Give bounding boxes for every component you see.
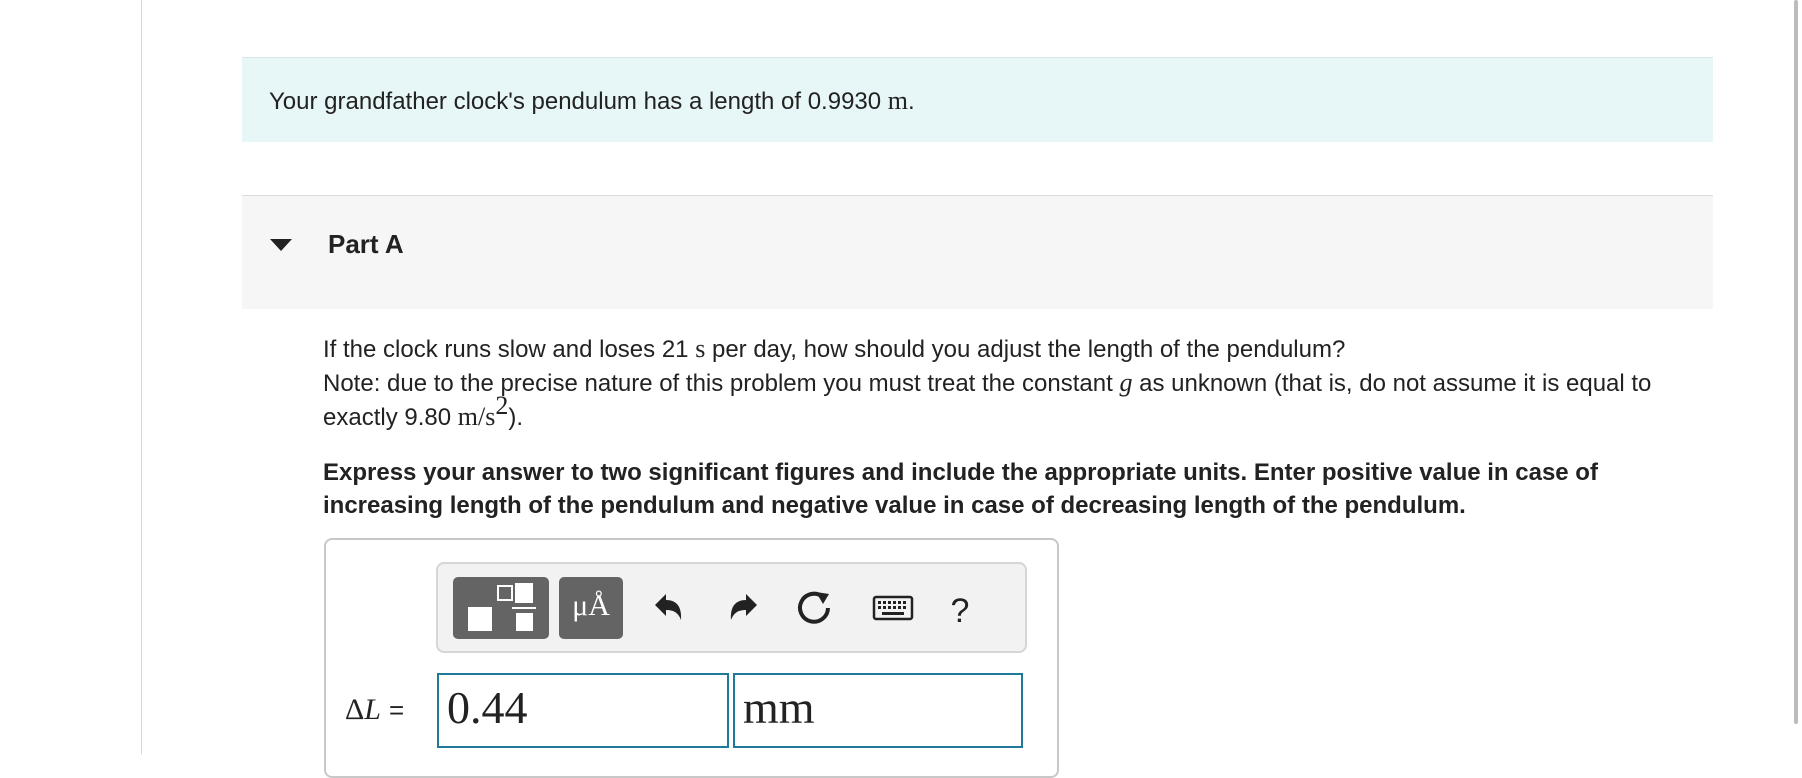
delta-l-label: ΔL = — [345, 690, 404, 730]
equals-sign: = — [388, 695, 405, 725]
question-seconds-unit: s — [695, 334, 706, 363]
units-label: μÅ — [572, 589, 610, 622]
help-label: ? — [950, 592, 970, 630]
problem-intro: Your grandfather clock's pendulum has a … — [242, 57, 1713, 142]
left-divider — [141, 0, 142, 754]
question-g-variable: g — [1119, 368, 1133, 397]
reset-button[interactable] — [793, 586, 837, 630]
keyboard-icon — [872, 595, 914, 621]
length-variable: L — [364, 693, 381, 726]
help-button[interactable]: ? — [938, 580, 982, 636]
redo-icon — [730, 594, 757, 620]
question-line1-start: If the clock runs slow and loses 21 — [323, 336, 696, 363]
question-line1-end: per day, how should you adjust the lengt… — [705, 336, 1346, 363]
reset-icon — [798, 591, 830, 624]
templates-button[interactable] — [453, 577, 549, 639]
templates-icon — [468, 583, 536, 631]
math-toolbar: μÅ ? — [436, 562, 1027, 653]
part-a-header[interactable]: Part A — [242, 195, 1713, 309]
undo-button[interactable] — [648, 586, 692, 630]
intro-text: Your grandfather clock's pendulum has a … — [269, 88, 888, 115]
caret-down-icon[interactable] — [270, 239, 292, 251]
intro-period: . — [908, 88, 915, 115]
question-note-start: Note: due to the precise nature of this … — [323, 370, 1120, 397]
units-button[interactable]: μÅ — [559, 577, 623, 639]
delta-symbol: Δ — [345, 693, 365, 726]
redo-button[interactable] — [720, 586, 764, 630]
unit-input[interactable]: mm — [733, 673, 1023, 748]
keyboard-button[interactable] — [868, 586, 918, 630]
question-text: If the clock runs slow and loses 21 s pe… — [323, 332, 1723, 434]
answer-instructions: Express your answer to two significant f… — [323, 459, 1598, 519]
question-accel-unit: m/s — [457, 402, 496, 431]
question-note-end: ). — [508, 404, 523, 431]
part-title: Part A — [328, 229, 404, 259]
value-input[interactable]: 0.44 — [437, 673, 729, 748]
scrollbar[interactable] — [1794, 0, 1798, 724]
question-unit-exponent: 2 — [495, 391, 509, 420]
intro-unit: m — [887, 86, 909, 115]
undo-icon — [655, 594, 682, 620]
